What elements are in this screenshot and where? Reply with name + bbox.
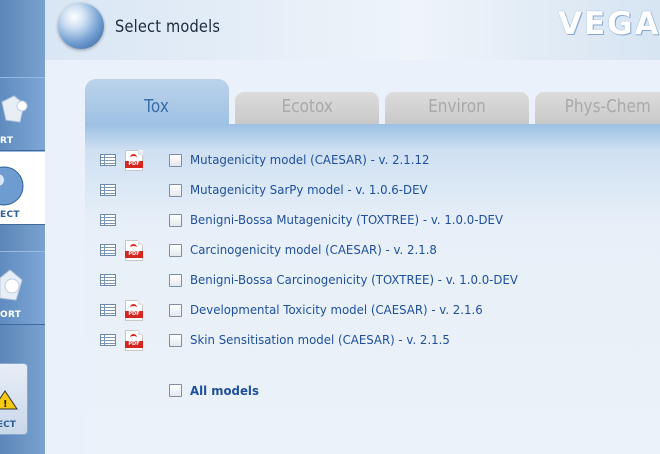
brand-logo: VEGA: [558, 6, 660, 42]
all-models-label[interactable]: All models: [190, 383, 259, 398]
model-link[interactable]: Mutagenicity SarPy model - v. 1.0.6-DEV: [190, 182, 428, 197]
page-title: Select models: [115, 17, 221, 37]
tab-tox[interactable]: Tox: [85, 79, 229, 125]
table-icon[interactable]: [100, 214, 116, 226]
sidebar-item-import[interactable]: RT: [0, 77, 45, 151]
model-checkbox[interactable]: [169, 244, 182, 257]
list-item: PDF Mutagenicity model (CAESAR) - v. 2.1…: [85, 150, 660, 171]
list-item: PDF Developmental Toxicity model (CAESAR…: [85, 300, 660, 321]
export-icon: [0, 269, 23, 301]
models-panel: PDF Mutagenicity model (CAESAR) - v. 2.1…: [85, 124, 660, 454]
tab-label: Phys-Chem: [564, 96, 651, 117]
globe-icon: [58, 3, 104, 49]
sidebar-item-warning[interactable]: ! ECT: [0, 363, 28, 435]
tab-ecotox[interactable]: Ecotox: [235, 92, 379, 124]
tab-label: Environ: [428, 96, 486, 117]
table-icon[interactable]: [100, 184, 116, 196]
table-icon[interactable]: [100, 274, 116, 286]
tab-phys-chem[interactable]: Phys-Chem: [535, 92, 660, 124]
tab-bar: Tox Ecotox Environ Phys-Chem: [85, 79, 660, 125]
tab-environ[interactable]: Environ: [385, 92, 529, 124]
sidebar: RT ECT ORT ! ECT: [0, 0, 45, 454]
all-models-row: All models: [85, 380, 660, 400]
sidebar-item-label: ORT: [0, 310, 22, 320]
tab-label: Ecotox: [281, 96, 333, 117]
table-icon[interactable]: [100, 334, 116, 346]
model-checkbox[interactable]: [169, 154, 182, 167]
pdf-icon[interactable]: PDF: [125, 330, 143, 351]
table-icon[interactable]: [100, 244, 116, 256]
model-checkbox[interactable]: [169, 334, 182, 347]
sidebar-item-label: ECT: [0, 210, 20, 220]
sidebar-item-label: ECT: [0, 420, 16, 430]
all-models-checkbox[interactable]: [169, 384, 182, 397]
svg-text:!: !: [3, 399, 8, 410]
table-icon[interactable]: [100, 304, 116, 316]
warning-icon: !: [0, 390, 18, 410]
model-checkbox[interactable]: [169, 214, 182, 227]
import-icon: [1, 95, 28, 123]
model-checkbox[interactable]: [169, 184, 182, 197]
sidebar-item-export[interactable]: ORT: [0, 251, 45, 325]
header: Select models VEGA: [45, 0, 660, 60]
list-item: PDF Skin Sensitisation model (CAESAR) - …: [85, 330, 660, 351]
model-checkbox[interactable]: [169, 304, 182, 317]
sidebar-item-select[interactable]: ECT: [0, 151, 45, 225]
list-item: Benigni-Bossa Carcinogenicity (TOXTREE) …: [85, 270, 660, 290]
pdf-icon[interactable]: PDF: [125, 300, 143, 321]
model-link[interactable]: Carcinogenicity model (CAESAR) - v. 2.1.…: [190, 242, 437, 257]
model-link[interactable]: Developmental Toxicity model (CAESAR) - …: [190, 302, 483, 317]
globe-select-icon: [0, 166, 24, 206]
sidebar-item-label: RT: [0, 136, 14, 146]
pdf-icon[interactable]: PDF: [125, 150, 143, 171]
model-link[interactable]: Skin Sensitisation model (CAESAR) - v. 2…: [190, 332, 450, 347]
list-item: Mutagenicity SarPy model - v. 1.0.6-DEV: [85, 180, 660, 200]
model-link[interactable]: Benigni-Bossa Carcinogenicity (TOXTREE) …: [190, 272, 518, 287]
list-item: PDF Carcinogenicity model (CAESAR) - v. …: [85, 240, 660, 261]
pdf-icon[interactable]: PDF: [125, 240, 143, 261]
model-checkbox[interactable]: [169, 274, 182, 287]
model-link[interactable]: Benigni-Bossa Mutagenicity (TOXTREE) - v…: [190, 212, 503, 227]
list-item: Benigni-Bossa Mutagenicity (TOXTREE) - v…: [85, 210, 660, 230]
model-link[interactable]: Mutagenicity model (CAESAR) - v. 2.1.12: [190, 152, 429, 167]
table-icon[interactable]: [100, 154, 116, 166]
